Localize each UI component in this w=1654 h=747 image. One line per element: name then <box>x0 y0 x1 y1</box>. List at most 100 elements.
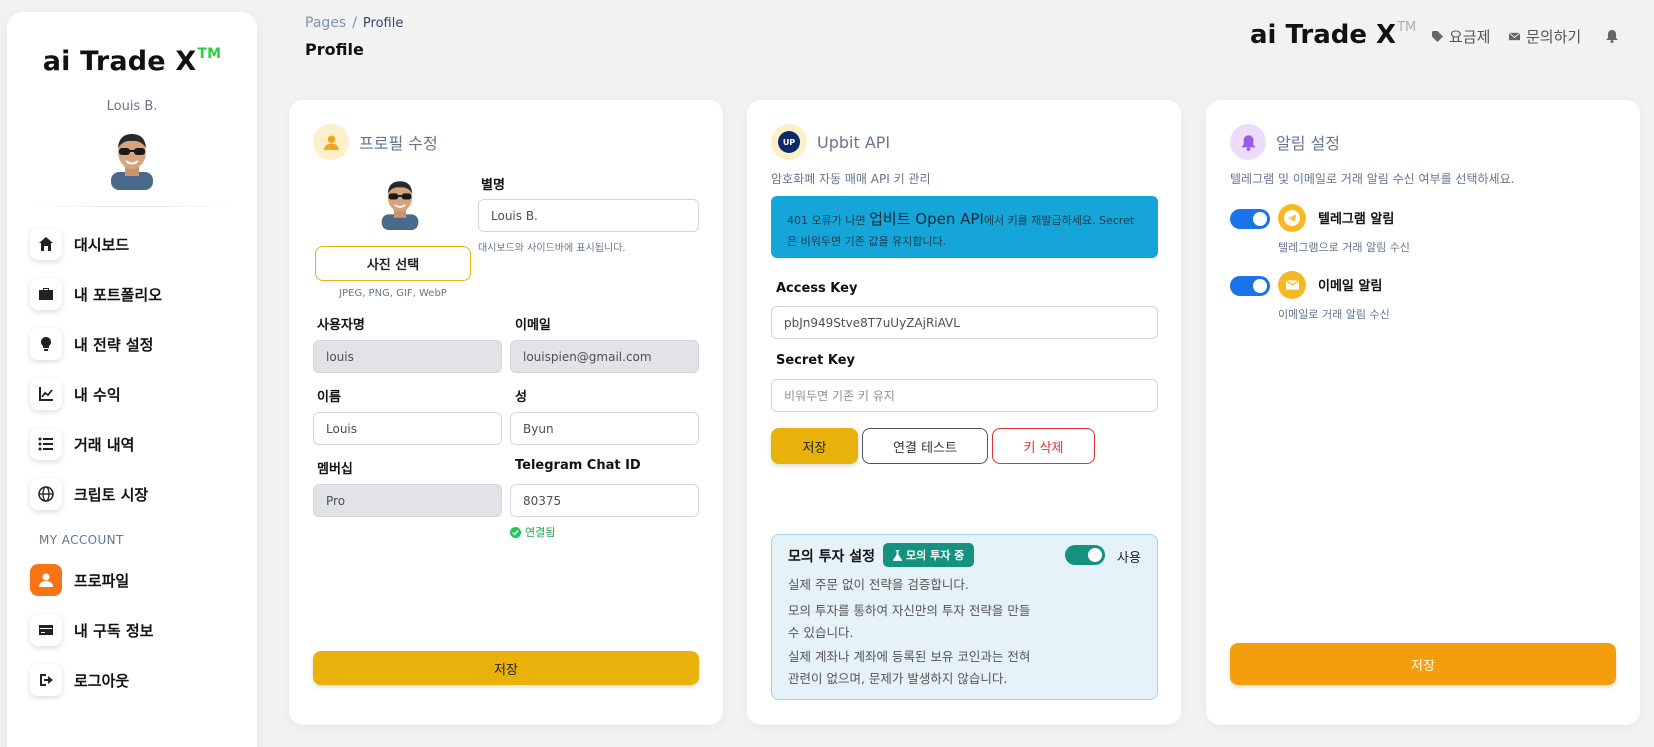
profile-card-header: 프로필 수정 <box>313 124 438 160</box>
telegram-id-input[interactable]: 80375 <box>510 484 699 517</box>
sidebar-item-history[interactable]: 거래 내역 <box>7 419 257 469</box>
sidebar-nav: 대시보드 내 포트폴리오 내 전략 설정 내 수익 거래 내역 크립토 시장 M… <box>7 219 257 705</box>
simulation-desc-3: 실제 계좌나 계좌에 등록된 보유 코인과는 전혀 관련이 없으며, 문제가 발… <box>788 649 1031 686</box>
bell-icon[interactable] <box>1605 28 1619 43</box>
upbit-open-api-link[interactable]: 업비트 Open API <box>869 210 984 228</box>
simulation-desc-1: 실제 주문 없이 전략을 검증합니다. <box>788 577 969 592</box>
pricing-label: 요금제 <box>1449 28 1491 46</box>
sidebar: ai Trade XTM Louis B. 대시보드 내 포트폴리오 내 전략 … <box>7 12 257 747</box>
upbit-info-alert: 401 오류가 나면 업비트 Open API에서 키를 재발급하세요. Sec… <box>771 196 1158 258</box>
access-key-label: Access Key <box>776 281 858 296</box>
header-brand-tm: TM <box>1397 20 1417 35</box>
simulation-desc-2: 모의 투자를 통하여 자신만의 투자 전략을 만들 수 있습니다. <box>788 603 1031 640</box>
envelope-icon <box>1509 32 1520 41</box>
upbit-api-card: UP Upbit API 암호화폐 자동 매매 API 키 관리 401 오류가… <box>747 100 1181 725</box>
email-field: louispien@gmail.com <box>510 340 699 373</box>
alert-text-a: 401 오류가 나면 <box>787 214 870 227</box>
membership-label: 멤버십 <box>317 462 353 477</box>
telegram-status: 연결됨 <box>510 524 555 540</box>
email-label: 이메일 <box>515 318 551 333</box>
email-alert-toggle[interactable] <box>1230 276 1270 296</box>
sidebar-user-name: Louis B. <box>106 99 158 114</box>
sidebar-item-profile[interactable]: 프로파일 <box>7 555 257 605</box>
contact-label: 문의하기 <box>1526 28 1582 46</box>
simulation-title: 모의 투자 설정 <box>788 549 876 565</box>
upbit-logo: UP <box>778 131 800 153</box>
globe-icon <box>30 478 62 510</box>
sidebar-item-label: 로그아웃 <box>74 671 130 690</box>
delete-key-button[interactable]: 키 삭제 <box>992 428 1095 464</box>
username-field: louis <box>313 340 502 373</box>
avatar[interactable] <box>101 128 163 190</box>
briefcase-icon <box>30 278 62 310</box>
sidebar-item-dashboard[interactable]: 대시보드 <box>7 219 257 269</box>
credit-card-icon <box>30 614 62 646</box>
alert-card-header: 알림 설정 <box>1230 124 1340 160</box>
last-name-input[interactable]: Byun <box>510 412 699 445</box>
contact-link[interactable]: 문의하기 <box>1509 26 1581 47</box>
sidebar-item-label: 내 수익 <box>74 385 121 404</box>
sidebar-item-label: 내 전략 설정 <box>74 335 154 354</box>
breadcrumb-root[interactable]: Pages <box>305 15 346 31</box>
list-icon <box>30 428 62 460</box>
upbit-save-button[interactable]: 저장 <box>771 428 858 464</box>
bell-icon <box>1230 124 1266 160</box>
photo-select-button[interactable]: 사진 선택 <box>315 246 471 281</box>
sidebar-item-label: 내 구독 정보 <box>74 621 154 640</box>
first-name-label: 이름 <box>317 390 341 405</box>
brand-tm: TM <box>197 46 222 62</box>
sidebar-item-label: 거래 내역 <box>74 435 135 454</box>
sidebar-item-market[interactable]: 크립토 시장 <box>7 469 257 519</box>
email-alert-label: 이메일 알림 <box>1318 279 1383 294</box>
alert-save-button[interactable]: 저장 <box>1230 643 1616 685</box>
breadcrumb-current: Profile <box>362 16 404 31</box>
access-key-input[interactable]: pbJn949Stve8T7uUyZAjRiAVL <box>771 306 1158 339</box>
upbit-card-header: UP Upbit API <box>771 124 890 160</box>
toggle-knob <box>1088 548 1102 562</box>
telegram-status-text: 연결됨 <box>525 526 556 539</box>
telegram-id-label: Telegram Chat ID <box>515 458 641 473</box>
membership-field: Pro <box>313 484 502 517</box>
nickname-input[interactable]: Louis B. <box>478 199 699 232</box>
home-icon <box>30 228 62 260</box>
logout-icon <box>30 664 62 696</box>
sidebar-brand[interactable]: ai Trade XTM <box>7 46 257 77</box>
nickname-label: 별명 <box>481 178 505 193</box>
secret-key-input[interactable]: 비워두면 기존 키 유지 <box>771 379 1158 412</box>
simulation-toggle-label: 사용 <box>1117 551 1141 566</box>
nickname-hint: 대시보드와 사이드바에 표시됩니다. <box>478 243 626 254</box>
telegram-alert-toggle[interactable] <box>1230 209 1270 229</box>
first-name-input[interactable]: Louis <box>313 412 502 445</box>
header-brand[interactable]: ai Trade XTM <box>1250 20 1416 50</box>
telegram-alert-desc: 텔레그램으로 거래 알림 수신 <box>1278 241 1410 254</box>
simulation-toggle[interactable] <box>1065 545 1105 565</box>
photo-format-hint: JPEG, PNG, GIF, WebP <box>339 288 447 299</box>
profile-save-button[interactable]: 저장 <box>313 651 699 685</box>
telegram-icon <box>1278 204 1306 232</box>
user-icon <box>313 124 349 160</box>
lightbulb-icon <box>30 328 62 360</box>
upbit-card-title: Upbit API <box>817 132 891 152</box>
simulation-badge-text: 모의 투자 중 <box>906 549 965 562</box>
secret-key-label: Secret Key <box>776 353 855 368</box>
breadcrumb-separator: / <box>352 15 357 31</box>
sidebar-item-logout[interactable]: 로그아웃 <box>7 655 257 705</box>
toggle-knob <box>1253 279 1267 293</box>
sidebar-item-profit[interactable]: 내 수익 <box>7 369 257 419</box>
connection-test-button[interactable]: 연결 테스트 <box>862 428 988 464</box>
brand-name: ai Trade X <box>42 46 197 77</box>
pricing-link[interactable]: 요금제 <box>1432 26 1490 47</box>
sidebar-item-portfolio[interactable]: 내 포트폴리오 <box>7 269 257 319</box>
upbit-subtitle: 암호화폐 자동 매매 API 키 관리 <box>771 172 931 186</box>
header-brand-name: ai Trade X <box>1250 20 1397 50</box>
sidebar-item-strategy[interactable]: 내 전략 설정 <box>7 319 257 369</box>
profile-photo <box>373 176 427 230</box>
sidebar-item-label: 대시보드 <box>74 235 130 254</box>
envelope-icon <box>1278 271 1306 299</box>
username-label: 사용자명 <box>317 318 365 333</box>
email-alert-desc: 이메일로 거래 알림 수신 <box>1278 308 1390 321</box>
flask-icon <box>893 549 902 561</box>
sidebar-item-label: 크립토 시장 <box>74 485 149 504</box>
check-circle-icon <box>510 526 521 538</box>
sidebar-item-subscription[interactable]: 내 구독 정보 <box>7 605 257 655</box>
